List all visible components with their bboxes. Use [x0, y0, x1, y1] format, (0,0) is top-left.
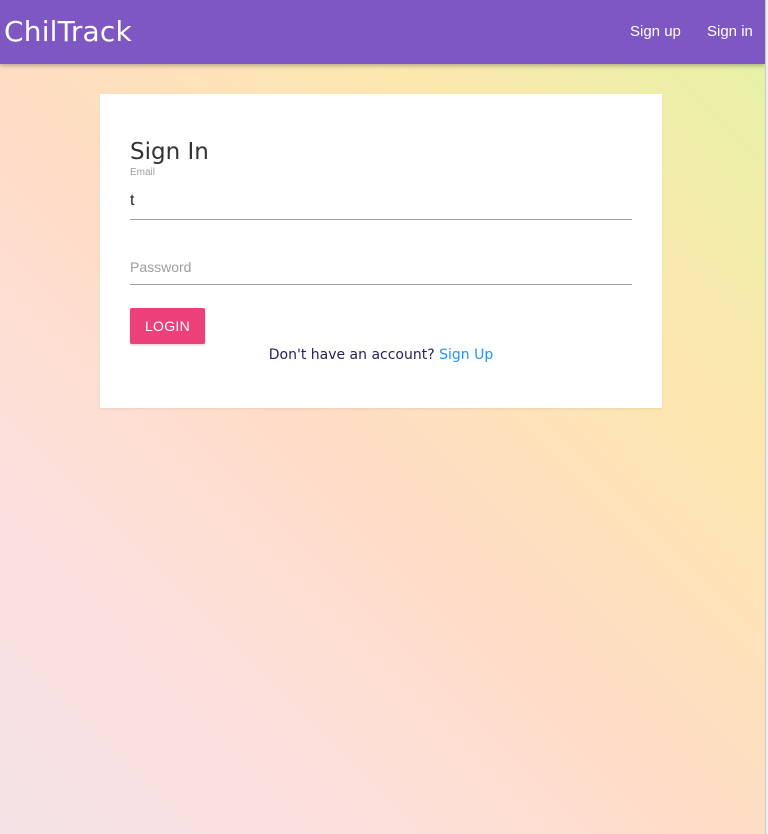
sign-in-card: Sign In Email t Password LOGIN Don't hav… — [100, 94, 662, 408]
card-title: Sign In — [130, 139, 209, 165]
email-underline — [130, 219, 632, 220]
navbar: ChilTrack Sign up Sign in — [0, 0, 765, 64]
signup-row: Don't have an account? Sign Up — [100, 346, 662, 364]
signup-prompt: Don't have an account? — [268, 347, 440, 363]
brand-logo[interactable]: ChilTrack — [4, 12, 132, 52]
email-field[interactable]: t — [130, 191, 134, 211]
email-label: Email — [130, 167, 156, 178]
nav-sign-up-link[interactable]: Sign up — [630, 22, 681, 42]
sign-up-link[interactable]: Sign Up — [439, 347, 493, 363]
nav-sign-in-link[interactable]: Sign in — [707, 22, 753, 42]
password-field[interactable]: Password — [130, 258, 191, 276]
password-underline — [130, 284, 632, 285]
page-background: ChilTrack Sign up Sign in Sign In Email … — [0, 0, 765, 834]
login-button[interactable]: LOGIN — [130, 308, 205, 344]
